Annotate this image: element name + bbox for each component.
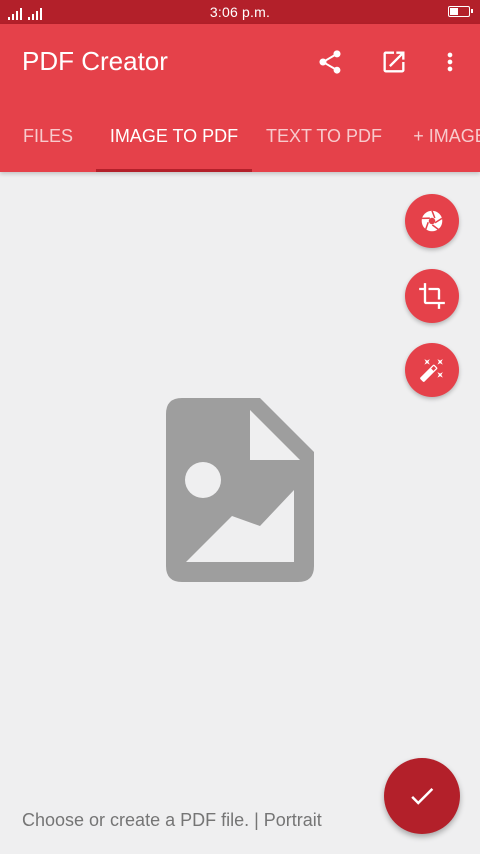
confirm-button[interactable] [384,758,460,834]
more-options-button[interactable] [428,40,472,84]
open-external-button[interactable] [372,40,416,84]
camera-button[interactable] [405,194,459,248]
tab-files[interactable]: FILES [0,100,96,172]
tab-add-images[interactable]: + IMAGES [396,100,480,172]
status-time: 3:06 p.m. [209,4,271,20]
open-external-icon [383,51,405,73]
image-file-icon [166,398,314,582]
check-icon [411,787,434,805]
status-bar: 3:06 p.m. [0,0,480,24]
magic-wand-button[interactable] [405,343,459,397]
status-message: Choose or create a PDF file. | Portrait [22,810,322,830]
crop-icon [419,283,445,309]
active-tab-indicator [96,169,252,172]
share-icon [319,50,341,74]
share-button[interactable] [308,40,352,84]
crop-button[interactable] [405,269,459,323]
tab-image-to-pdf[interactable]: IMAGE TO PDF [96,100,252,172]
battery-icon [448,6,473,17]
tab-text-to-pdf[interactable]: TEXT TO PDF [252,100,396,172]
tab-bar: FILES IMAGE TO PDF TEXT TO PDF + IMAGES [0,100,480,172]
camera-shutter-icon [421,210,443,232]
magic-wand-icon [420,359,443,382]
app-bar: PDF Creator FILES IMAGE TO PDF TEXT TO P… [0,24,480,172]
image-placeholder [166,398,314,582]
app-title: PDF Creator [22,46,168,76]
more-vert-icon [447,52,453,72]
